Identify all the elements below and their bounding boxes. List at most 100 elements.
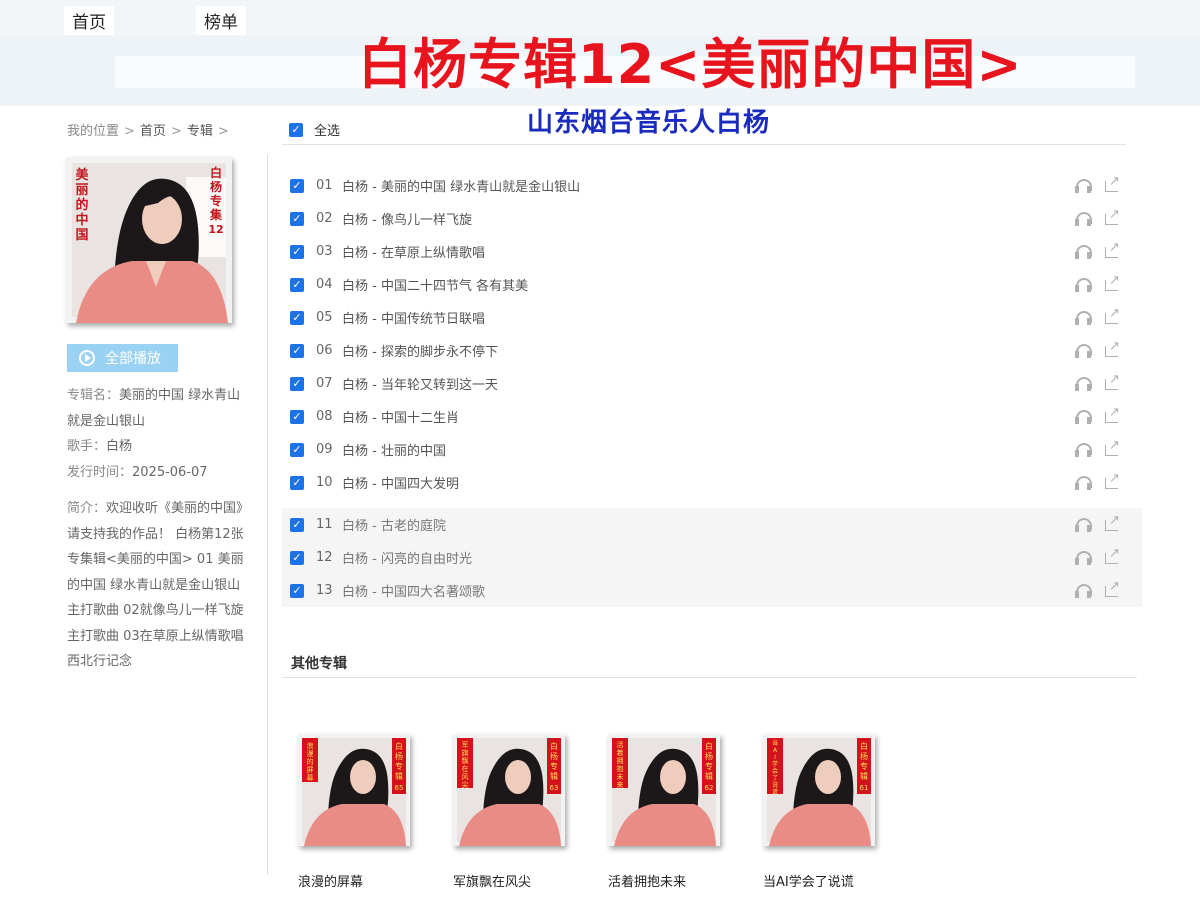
headphones-icon[interactable]	[1075, 409, 1092, 424]
cover-right-char: 白	[210, 165, 222, 180]
song-title[interactable]: 白杨 - 美丽的中国 绿水青山就是金山银山	[342, 176, 580, 195]
song-checkbox[interactable]: ✓	[290, 517, 304, 532]
song-row[interactable]: ✓ 13 白杨 - 中国四大名著颂歌	[282, 574, 1142, 607]
song-title[interactable]: 白杨 - 中国二十四节气 各有其美	[342, 275, 528, 294]
thumb-right-char: 白	[860, 741, 868, 751]
thumb-left-char: 的	[307, 757, 314, 766]
share-icon[interactable]	[1105, 339, 1121, 358]
headphones-icon[interactable]	[1075, 376, 1092, 391]
song-row[interactable]: ✓ 11 白杨 - 古老的庭院	[282, 508, 1142, 541]
song-number: 05	[316, 310, 333, 325]
song-checkbox[interactable]: ✓	[290, 376, 304, 391]
headphones-icon[interactable]	[1075, 442, 1092, 457]
headphones-icon[interactable]	[1075, 343, 1092, 358]
song-title[interactable]: 白杨 - 壮丽的中国	[342, 440, 446, 459]
nav-home[interactable]: 首页	[64, 6, 114, 35]
song-checkbox[interactable]: ✓	[290, 583, 304, 598]
album-thumbnail[interactable]: 当 A I 学 会 了 说 谎 白 杨 专 辑 61	[763, 734, 875, 846]
album-intro: 简介：欢迎收听《美丽的中国》请支持我的作品！ 白杨第12张专集辑<美丽的中国> …	[67, 496, 247, 675]
other-album-card[interactable]: 浪 漫 的 屏 幕 白 杨 专 辑 65 浪漫的屏幕	[298, 734, 422, 890]
album-label[interactable]: 当AI学会了说谎	[763, 871, 887, 890]
share-icon[interactable]	[1105, 513, 1121, 532]
song-checkbox[interactable]: ✓	[290, 277, 304, 292]
song-checkbox[interactable]: ✓	[290, 244, 304, 259]
song-checkbox[interactable]: ✓	[290, 475, 304, 490]
album-artist-value[interactable]: 白杨	[106, 439, 132, 454]
song-title[interactable]: 白杨 - 中国传统节日联唱	[342, 308, 485, 327]
cover-right-char: 专	[210, 193, 222, 208]
album-thumbnail[interactable]: 军 旗 飘 在 风 尖 白 杨 专 辑 63	[453, 734, 565, 846]
headphones-icon[interactable]	[1075, 517, 1092, 532]
song-checkbox[interactable]: ✓	[290, 550, 304, 565]
song-title[interactable]: 白杨 - 闪亮的自由时光	[342, 548, 472, 567]
album-cover: 美 丽 的 中 国 白 杨 专 集 12	[66, 157, 232, 323]
headphones-icon[interactable]	[1075, 277, 1092, 292]
song-checkbox[interactable]: ✓	[290, 409, 304, 424]
song-title[interactable]: 白杨 - 中国四大发明	[342, 473, 459, 492]
thumb-right-char: 杨	[550, 751, 558, 761]
song-title[interactable]: 白杨 - 古老的庭院	[342, 515, 446, 534]
song-title[interactable]: 白杨 - 中国四大名著颂歌	[342, 581, 485, 600]
headphones-icon[interactable]	[1075, 475, 1092, 490]
song-checkbox[interactable]: ✓	[290, 211, 304, 226]
song-title[interactable]: 白杨 - 在草原上纵情歌唱	[342, 242, 485, 261]
song-title[interactable]: 白杨 - 中国十二生肖	[342, 407, 459, 426]
song-row[interactable]: ✓ 02 白杨 - 像鸟儿一样飞旋	[282, 202, 1142, 235]
share-icon[interactable]	[1105, 579, 1121, 598]
song-checkbox[interactable]: ✓	[290, 310, 304, 325]
album-label[interactable]: 军旗飘在风尖	[453, 871, 577, 890]
nav-charts[interactable]: 榜单	[196, 6, 246, 35]
headphones-icon[interactable]	[1075, 211, 1092, 226]
album-label[interactable]: 浪漫的屏幕	[298, 871, 422, 890]
share-icon[interactable]	[1105, 273, 1121, 292]
song-checkbox[interactable]: ✓	[290, 178, 304, 193]
share-icon[interactable]	[1105, 306, 1121, 325]
song-row[interactable]: ✓ 07 白杨 - 当年轮又转到这一天	[282, 367, 1142, 400]
select-all[interactable]: ✓ 全选	[289, 120, 340, 139]
play-all-button[interactable]: 全部播放	[67, 344, 178, 372]
song-row[interactable]: ✓ 12 白杨 - 闪亮的自由时光	[282, 541, 1142, 574]
song-row[interactable]: ✓ 09 白杨 - 壮丽的中国	[282, 433, 1142, 466]
song-row[interactable]: ✓ 04 白杨 - 中国二十四节气 各有其美	[282, 268, 1142, 301]
select-all-checkbox[interactable]: ✓	[289, 122, 303, 137]
song-row[interactable]: ✓ 01 白杨 - 美丽的中国 绿水青山就是金山银山	[282, 169, 1142, 202]
song-row[interactable]: ✓ 10 白杨 - 中国四大发明	[282, 466, 1142, 499]
thumb-right-char: 杨	[705, 751, 713, 761]
thumb-left-char: 说	[772, 781, 778, 789]
headphones-icon[interactable]	[1075, 178, 1092, 193]
share-icon[interactable]	[1105, 471, 1121, 490]
headphones-icon[interactable]	[1075, 310, 1092, 325]
song-row[interactable]: ✓ 05 白杨 - 中国传统节日联唱	[282, 301, 1142, 334]
song-number: 04	[316, 277, 333, 292]
song-row[interactable]: ✓ 06 白杨 - 探索的脚步永不停下	[282, 334, 1142, 367]
song-title[interactable]: 白杨 - 像鸟儿一样飞旋	[342, 209, 472, 228]
song-title[interactable]: 白杨 - 探索的脚步永不停下	[342, 341, 498, 360]
thumb-left-char: 会	[772, 767, 778, 775]
song-title[interactable]: 白杨 - 当年轮又转到这一天	[342, 374, 498, 393]
share-icon[interactable]	[1105, 240, 1121, 259]
headphones-icon[interactable]	[1075, 550, 1092, 565]
headphones-icon[interactable]	[1075, 583, 1092, 598]
song-row[interactable]: ✓ 08 白杨 - 中国十二生肖	[282, 400, 1142, 433]
share-icon[interactable]	[1105, 546, 1121, 565]
breadcrumb-albums[interactable]: 专辑	[187, 124, 213, 139]
play-all-label: 全部播放	[105, 351, 161, 367]
album-thumbnail[interactable]: 活 着 拥 抱 未 来 白 杨 专 辑 62	[608, 734, 720, 846]
share-icon[interactable]	[1105, 405, 1121, 424]
headphones-icon[interactable]	[1075, 244, 1092, 259]
other-album-card[interactable]: 当 A I 学 会 了 说 谎 白 杨 专 辑 61 当AI学会了说谎	[763, 734, 887, 890]
album-intro-value: 欢迎收听《美丽的中国》请支持我的作品！ 白杨第12张专集辑<美丽的中国> 01 …	[67, 501, 244, 669]
share-icon[interactable]	[1105, 207, 1121, 226]
album-label[interactable]: 活着拥抱未来	[608, 871, 732, 890]
share-icon[interactable]	[1105, 438, 1121, 457]
share-icon[interactable]	[1105, 174, 1121, 193]
album-thumbnail[interactable]: 浪 漫 的 屏 幕 白 杨 专 辑 65	[298, 734, 410, 846]
song-row[interactable]: ✓ 03 白杨 - 在草原上纵情歌唱	[282, 235, 1142, 268]
share-icon[interactable]	[1105, 372, 1121, 391]
breadcrumb-home[interactable]: 首页	[140, 124, 166, 139]
song-checkbox[interactable]: ✓	[290, 442, 304, 457]
other-album-card[interactable]: 活 着 拥 抱 未 来 白 杨 专 辑 62 活着拥抱未来	[608, 734, 732, 890]
song-number: 01	[316, 178, 333, 193]
song-checkbox[interactable]: ✓	[290, 343, 304, 358]
other-album-card[interactable]: 军 旗 飘 在 风 尖 白 杨 专 辑 63 军旗飘在风尖	[453, 734, 577, 890]
